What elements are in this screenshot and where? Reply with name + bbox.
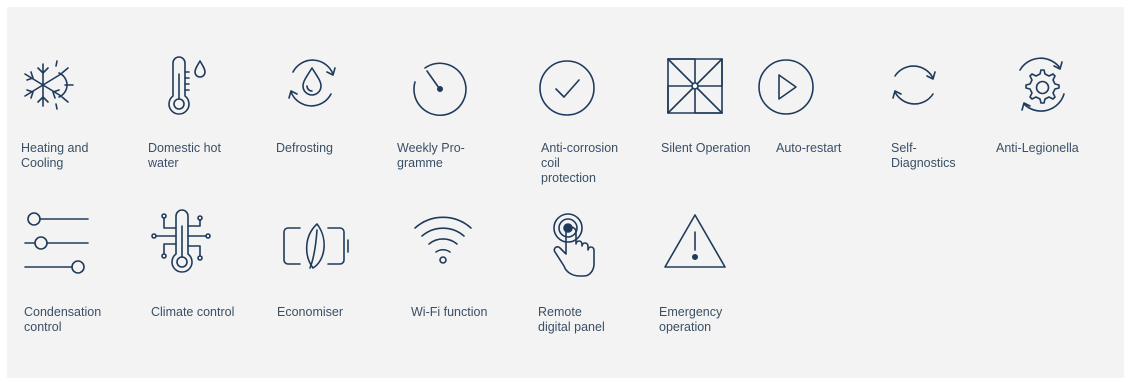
timer-icon xyxy=(413,62,467,116)
feature-label: Domestic hot water xyxy=(148,141,221,170)
sliders-icon xyxy=(24,212,89,274)
feature-label: Auto-restart xyxy=(776,141,842,155)
feature-label: Defrosting xyxy=(276,141,333,155)
feature-label: Remote digital panel xyxy=(538,305,605,334)
feature-label: Silent Operation xyxy=(661,141,751,155)
feature-label: Economiser xyxy=(277,305,343,319)
feature-label: Climate control xyxy=(151,305,235,319)
thermometer-drop-icon xyxy=(168,56,206,115)
feature-label: Condensation control xyxy=(24,305,102,334)
feature-label: Heating and Cooling xyxy=(21,141,89,170)
snowflake-sun-icon xyxy=(24,60,74,110)
checkmark-circle-icon xyxy=(539,60,595,116)
drop-cycle-icon xyxy=(288,59,336,107)
feature-label: Self- Diagnostics xyxy=(891,141,956,170)
circuit-thermometer-icon xyxy=(151,209,211,273)
refresh-cycle-icon xyxy=(892,65,936,105)
gear-cycle-icon xyxy=(1019,57,1065,112)
play-circle-icon xyxy=(758,59,814,115)
feature-label: Anti-corrosion coil protection xyxy=(541,141,619,185)
touch-button-icon xyxy=(553,213,595,277)
pinwheel-icon xyxy=(667,58,723,114)
feature-label: Wi-Fi function xyxy=(411,305,488,319)
feature-label: Anti-Legionella xyxy=(996,141,1079,155)
leaf-battery-icon xyxy=(283,223,349,269)
feature-label: Emergency operation xyxy=(659,305,723,334)
warning-triangle-icon xyxy=(664,214,726,268)
feature-label: Weekly Pro-gramme xyxy=(397,141,465,170)
wifi-icon xyxy=(414,216,472,264)
